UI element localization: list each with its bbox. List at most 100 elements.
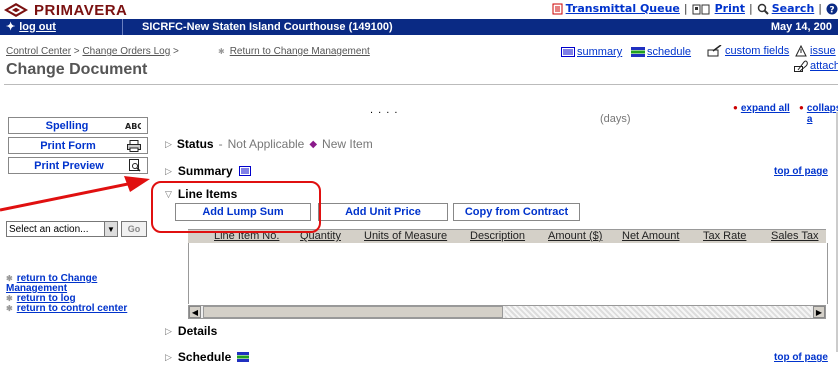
annotation-arrow-icon <box>0 176 150 212</box>
custom-fields-label[interactable]: custom fields <box>725 45 789 57</box>
printer-icon <box>127 139 141 152</box>
header-divider <box>4 84 838 85</box>
status-dash: - <box>218 137 223 151</box>
summary-section[interactable]: ▷ Summary <box>165 164 251 178</box>
column-header-amount[interactable]: Amount ($) <box>548 230 602 242</box>
summary-icon <box>561 47 575 57</box>
column-header-net-amount[interactable]: Net Amount <box>622 230 679 242</box>
top-of-page-link[interactable]: top of page <box>774 352 828 363</box>
column-header-sales-tax[interactable]: Sales Tax <box>771 230 819 242</box>
arrow-icon: ✦ <box>6 21 16 33</box>
project-bar: ✦ log out SICRFC-New Staten Island Court… <box>0 19 838 35</box>
bullet-icon: ✱ <box>6 304 13 313</box>
spelling-button[interactable]: Spelling ABC <box>8 117 148 134</box>
help-icon[interactable]: ? <box>826 3 838 15</box>
return-link-label[interactable]: Return to Change Management <box>230 46 370 57</box>
custom-fields-link[interactable]: custom fields <box>707 45 789 57</box>
action-select[interactable]: Select an action... ▼ <box>6 221 118 237</box>
primavera-logo-icon <box>4 3 28 17</box>
go-button[interactable]: Go <box>121 221 147 237</box>
spelling-label: Spelling <box>45 119 89 132</box>
status-section[interactable]: ▷ Status - Not Applicable ◆ New Item <box>165 137 373 151</box>
bullet-icon: ● <box>733 103 738 112</box>
diamond-icon: ◆ <box>309 138 318 150</box>
schedule-section[interactable]: ▷ Schedule <box>165 350 250 364</box>
attachments-link[interactable]: attachment <box>794 60 838 72</box>
add-unit-price-button[interactable]: Add Unit Price <box>318 203 448 221</box>
scroll-left-icon[interactable]: ◀ <box>189 306 201 318</box>
status-label: Status <box>176 137 214 151</box>
bullet-icon: ● <box>799 103 804 112</box>
attachments-label[interactable]: attachment <box>810 60 838 72</box>
breadcrumb: Control Center > Change Orders Log > <box>6 46 179 57</box>
return-to-control-center-link[interactable]: return to control center <box>17 304 128 314</box>
schedule-view-link[interactable]: schedule <box>631 46 691 58</box>
copy-from-contract-button[interactable]: Copy from Contract <box>453 203 580 221</box>
transmittal-queue-label[interactable]: Transmittal Queue <box>566 2 680 15</box>
days-label: (days) <box>600 113 631 125</box>
collapse-all-link[interactable]: ● collapse a <box>799 103 838 125</box>
schedule-icon <box>631 47 645 57</box>
column-header-tax-rate[interactable]: Tax Rate <box>703 230 746 242</box>
search-label[interactable]: Search <box>772 2 815 15</box>
svg-text:ABC: ABC <box>125 122 141 131</box>
issues-label[interactable]: issue <box>810 45 836 57</box>
print-label[interactable]: Print <box>715 2 745 15</box>
page-title: Change Document <box>6 61 148 78</box>
expand-triangle-icon[interactable]: ▷ <box>165 139 172 150</box>
document-red-icon <box>552 3 563 14</box>
project-name: SICRFC-New Staten Island Courthouse (149… <box>142 21 393 33</box>
return-to-control-center-row: ✱ return to control center <box>6 304 127 314</box>
svg-text:?: ? <box>829 5 834 15</box>
expand-all-link[interactable]: ● expand all <box>733 103 790 114</box>
return-to-change-management[interactable]: ✱ Return to Change Management <box>218 46 370 57</box>
collapse-all-label[interactable]: collapse a <box>807 103 838 125</box>
print-link[interactable]: Print <box>692 2 745 15</box>
status-new-item: New Item <box>322 137 373 151</box>
schedule-label: Schedule <box>177 350 232 364</box>
print-form-button[interactable]: Print Form <box>8 137 148 154</box>
transmittal-queue-link[interactable]: Transmittal Queue <box>552 2 680 15</box>
sidebar-links: ✱ return to Change Management ✱ return t… <box>6 274 127 314</box>
summary-view-label[interactable]: summary <box>577 46 622 58</box>
breadcrumb-control-center[interactable]: Control Center <box>6 46 71 57</box>
horizontal-scrollbar[interactable]: ◀ ▶ <box>188 305 826 319</box>
spell-check-icon: ABC <box>125 122 141 131</box>
column-header-units-of-measure[interactable]: Units of Measure <box>364 230 447 242</box>
logout-link[interactable]: ✦ log out <box>6 20 56 34</box>
line-items-grid-body <box>188 243 828 304</box>
details-section[interactable]: ▷ Details <box>165 324 217 338</box>
brand-name: PRIMAVERA <box>34 1 128 19</box>
divider <box>122 19 123 35</box>
top-of-page-link[interactable]: top of page <box>774 166 828 177</box>
current-date: May 14, 200 <box>770 21 832 33</box>
top-bar: PRIMAVERA Transmittal Queue | Print | Se… <box>0 0 838 20</box>
custom-fields-icon <box>707 45 722 57</box>
chevron-down-icon[interactable]: ▼ <box>104 222 117 236</box>
print-form-label: Print Form <box>40 139 96 152</box>
scrollbar-thumb[interactable] <box>203 306 503 318</box>
breadcrumb-change-orders-log[interactable]: Change Orders Log <box>82 46 170 57</box>
separator: | <box>683 2 688 15</box>
truncated-field: . . . . <box>370 104 399 116</box>
expand-triangle-icon[interactable]: ▷ <box>165 326 172 337</box>
expand-all-label[interactable]: expand all <box>741 103 790 114</box>
search-link[interactable]: Search <box>757 2 815 15</box>
schedule-view-label[interactable]: schedule <box>647 46 691 58</box>
details-label: Details <box>177 324 218 338</box>
highlight-box <box>151 181 321 233</box>
logout-label[interactable]: log out <box>19 21 56 33</box>
top-links: Transmittal Queue | Print | Search | ? <box>552 2 838 15</box>
column-header-description[interactable]: Description <box>470 230 525 242</box>
expand-triangle-icon[interactable]: ▷ <box>165 352 172 363</box>
issues-link[interactable]: issue <box>794 45 836 57</box>
issues-icon <box>795 45 807 57</box>
status-value: Not Applicable <box>227 137 305 151</box>
summary-section-label: Summary <box>177 164 233 178</box>
paperclip-icon <box>794 60 808 72</box>
scroll-right-icon[interactable]: ▶ <box>813 306 825 318</box>
scrollbar-track[interactable] <box>505 306 811 318</box>
summary-icon <box>238 166 251 176</box>
summary-view-link[interactable]: summary <box>561 46 622 58</box>
search-icon <box>757 3 769 15</box>
